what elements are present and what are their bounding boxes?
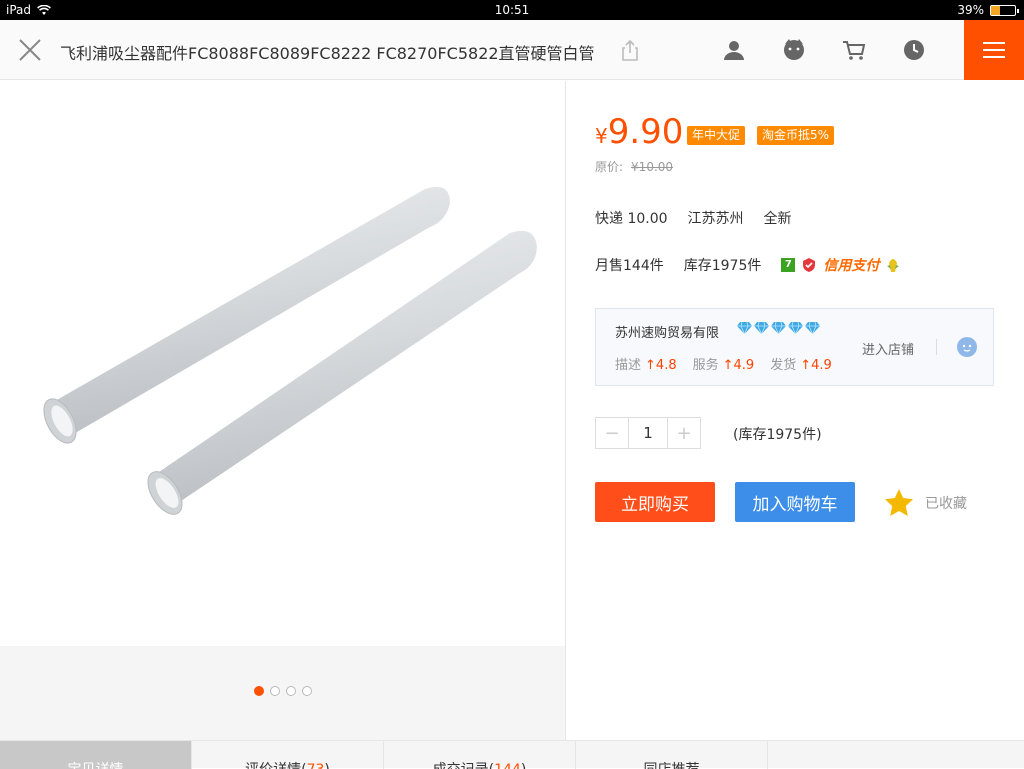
chat-button[interactable] (780, 36, 808, 64)
price: ¥ 9.90 (595, 112, 683, 152)
original-price: 原价: ¥10.00 (595, 158, 673, 175)
carousel-dot[interactable] (301, 686, 312, 696)
shop-score-label: 服务 (692, 358, 719, 373)
quantity-stepper[interactable]: − 1 + (595, 417, 701, 449)
original-price-value: ¥10.00 (631, 160, 674, 174)
arrow-up-icon: ↑ (722, 358, 734, 373)
guarantee-icon (803, 258, 816, 272)
star-icon (885, 489, 913, 516)
shop-score: 服务 ↑4.9 (693, 354, 755, 373)
shipping-row: 快递 10.00 江苏苏州 全新 (595, 208, 792, 228)
location: 江苏苏州 (687, 211, 744, 227)
shop-score-number: 4.9 (733, 358, 755, 373)
battery-percent: 39% (957, 3, 984, 17)
shop-score-label: 发货 (770, 358, 797, 373)
product-image[interactable] (0, 81, 565, 646)
favorite-button[interactable]: 已收藏 (883, 487, 967, 519)
shop-separator (936, 339, 937, 355)
history-icon (904, 40, 924, 60)
shop-card[interactable]: 苏州速购贸易有限 描述 ↑4.8 服务 ↑4.9 发货 ↑4.9 进入店铺 (595, 308, 994, 386)
panel-divider (565, 81, 566, 741)
quantity-increase-button[interactable]: + (668, 418, 700, 448)
page-title: 飞利浦吸尘器配件FC8088FC8089FC8222 FC8270FC5822直… (60, 44, 595, 63)
history-button[interactable] (900, 36, 928, 64)
menu-icon (983, 42, 1005, 58)
arrow-up-icon: ↑ (800, 358, 812, 373)
diamond-icon (788, 322, 803, 334)
shop-scores: 描述 ↑4.8 服务 ↑4.9 发货 ↑4.9 (615, 354, 832, 373)
user-icon (724, 41, 744, 60)
price-value: 9.90 (607, 112, 684, 152)
quantity-input[interactable]: 1 (628, 418, 668, 448)
close-icon (19, 39, 41, 61)
stock: 库存1975件 (683, 258, 762, 274)
shop-score: 发货 ↑4.9 (770, 354, 832, 373)
shipping-fee: 快递 10.00 (595, 211, 668, 227)
coin-badge: 淘金币抵5% (757, 126, 835, 145)
wangwang-icon (957, 337, 977, 357)
shop-score-value: ↑4.9 (723, 358, 755, 373)
share-button[interactable] (616, 36, 644, 64)
shop-score-number: 4.9 (811, 358, 832, 373)
quantity-decrease-button[interactable]: − (596, 418, 628, 448)
favorite-label: 已收藏 (925, 496, 967, 512)
sales-row: 月售144件 库存1975件 7 信用支付 (595, 255, 901, 275)
shop-chat-button[interactable] (956, 336, 978, 358)
buy-now-button[interactable]: 立即购买 (595, 482, 715, 522)
diamond-icon (754, 322, 769, 334)
diamond-icon (771, 322, 786, 334)
tab-2[interactable]: 评价详情(73) (192, 741, 384, 769)
product-photo-pipes (43, 186, 537, 515)
currency-symbol: ¥ (595, 124, 608, 148)
diamond-icon (737, 322, 752, 334)
promo-badge: 年中大促 (687, 126, 746, 145)
share-icon (622, 39, 638, 61)
shop-score-label: 描述 (615, 358, 642, 373)
clock: 10:51 (494, 3, 530, 17)
bottom-tabs: 宝贝详情评价详情(73)成交记录(144)同店推荐 (0, 740, 1024, 769)
carousel-dots[interactable] (0, 686, 565, 696)
condition: 全新 (763, 211, 792, 227)
cart-button[interactable] (840, 36, 868, 64)
carousel-strip (0, 646, 565, 740)
monthly-sales: 月售144件 (595, 258, 664, 274)
shop-score-value: ↑4.8 (645, 358, 677, 373)
top-bar: 飞利浦吸尘器配件FC8088FC8089FC8222 FC8270FC5822直… (0, 20, 1024, 80)
shop-score-number: 4.8 (655, 358, 677, 373)
wangwang-icon (784, 39, 804, 60)
carousel-dot[interactable] (285, 686, 296, 696)
tab-1[interactable]: 宝贝详情 (0, 741, 192, 769)
original-price-label: 原价: (595, 160, 624, 174)
seven-day-return-icon: 7 (781, 258, 796, 272)
battery-icon (990, 4, 1019, 16)
menu-button[interactable] (964, 20, 1024, 80)
tab-3[interactable]: 成交记录(144) (384, 741, 576, 769)
carousel-dot[interactable] (253, 686, 264, 696)
arrow-up-icon: ↑ (645, 358, 656, 373)
tab-4[interactable]: 同店推荐 (576, 741, 768, 769)
shop-score: 描述 ↑4.8 (615, 354, 677, 373)
add-to-cart-button[interactable]: 加入购物车 (735, 482, 855, 522)
close-button[interactable] (14, 34, 46, 66)
user-button[interactable] (720, 36, 748, 64)
shop-score-value: ↑4.9 (800, 358, 832, 373)
status-bar: iPad 10:51 39% (0, 0, 1024, 20)
diamond-icon (805, 322, 820, 334)
carousel-dot[interactable] (269, 686, 280, 696)
cart-icon (843, 41, 866, 60)
shop-rating-diamonds (737, 322, 820, 334)
enter-shop-link[interactable]: 进入店铺 (862, 339, 914, 358)
credit-pay-icon: 信用支付 (823, 258, 880, 274)
shop-name: 苏州速购贸易有限 (615, 326, 720, 341)
quantity-stock-note: (库存1975件) (733, 427, 822, 443)
medal-icon (887, 259, 900, 272)
